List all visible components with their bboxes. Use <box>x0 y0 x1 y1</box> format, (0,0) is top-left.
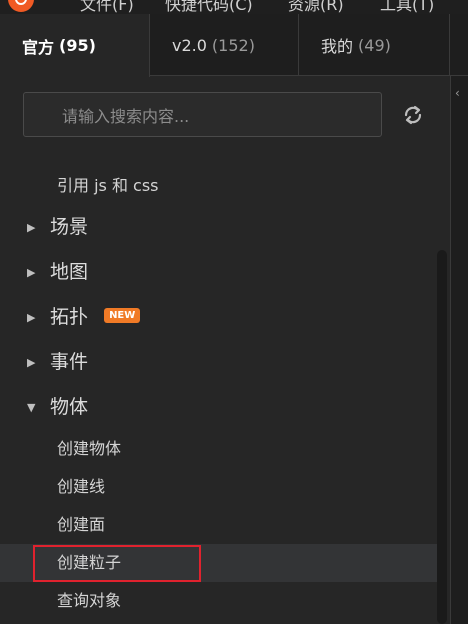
logo-icon[interactable] <box>8 0 34 12</box>
tab-label: 我的 <box>321 37 354 56</box>
tree-category-label: 场景 <box>50 216 89 238</box>
search-placeholder: 请输入搜索内容... <box>62 106 190 126</box>
tree-category-label: 事件 <box>50 351 89 373</box>
tree-item-label: 创建面 <box>57 515 106 534</box>
tab-v2[interactable]: v2.0 (152) <box>150 14 299 76</box>
tree-category-label: 物体 <box>50 396 89 418</box>
tree-category-label: 拓扑 <box>50 306 89 328</box>
tree-category-scene[interactable]: ▶ 场景 <box>0 205 437 250</box>
scrollbar-thumb[interactable] <box>437 250 447 624</box>
tree-item-label: 引用 js 和 css <box>57 176 159 195</box>
tree-item-create-face[interactable]: 创建面 <box>0 506 437 544</box>
tree-item-label: 查询对象 <box>57 591 122 610</box>
tree-category-label: 地图 <box>50 261 89 283</box>
tab-label: 官方 <box>22 37 55 57</box>
tree-item-label: 创建物体 <box>57 439 122 458</box>
tab-official[interactable]: 官方 (95) <box>0 14 150 77</box>
tree-item-query-object[interactable]: 查询对象 <box>0 582 437 620</box>
tab-count: (152) <box>211 35 255 55</box>
menu-file[interactable]: 文件(F) <box>80 0 134 14</box>
tree-category-topology[interactable]: ▶ 拓扑 NEW <box>0 295 437 340</box>
tree-item-js-css[interactable]: 引用 js 和 css <box>0 167 437 205</box>
caret-right-icon: ▶ <box>27 311 36 324</box>
caret-right-icon: ▶ <box>27 266 36 279</box>
tree-item-create-line[interactable]: 创建线 <box>0 468 437 506</box>
tab-count: (95) <box>59 36 96 55</box>
caret-right-icon: ▶ <box>27 221 36 234</box>
refresh-icon[interactable] <box>398 100 428 130</box>
tab-bar: 官方 (95) v2.0 (152) 我的 (49) <box>0 14 468 77</box>
tab-count: (49) <box>358 35 391 55</box>
caret-down-icon: ▼ <box>27 401 36 414</box>
tab-mine[interactable]: 我的 (49) <box>299 14 450 76</box>
new-badge: NEW <box>104 308 141 323</box>
tree-item-create-object[interactable]: 创建物体 <box>0 430 437 468</box>
menu-resources[interactable]: 资源(R) <box>288 0 344 14</box>
tree-item-partial[interactable]: 调试 <box>0 140 437 152</box>
right-panel-edge: ‹ <box>450 76 468 624</box>
tree-category-event[interactable]: ▶ 事件 <box>0 340 437 385</box>
caret-right-icon: ▶ <box>27 356 36 369</box>
tree-category-object[interactable]: ▼ 物体 <box>0 385 437 430</box>
tab-label: v2.0 <box>172 35 207 55</box>
tree-category-map[interactable]: ▶ 地图 <box>0 250 437 295</box>
chevron-left-icon[interactable]: ‹ <box>455 86 460 100</box>
highlight-annotation <box>33 545 201 582</box>
tree-item-label: 创建线 <box>57 477 106 496</box>
menu-snippets[interactable]: 快捷代码(C) <box>165 0 253 14</box>
search-input[interactable]: 请输入搜索内容... <box>23 92 382 137</box>
menu-tools[interactable]: 工具(T) <box>380 0 434 14</box>
menu-bar: 文件(F) 快捷代码(C) 资源(R) 工具(T) <box>0 0 468 14</box>
